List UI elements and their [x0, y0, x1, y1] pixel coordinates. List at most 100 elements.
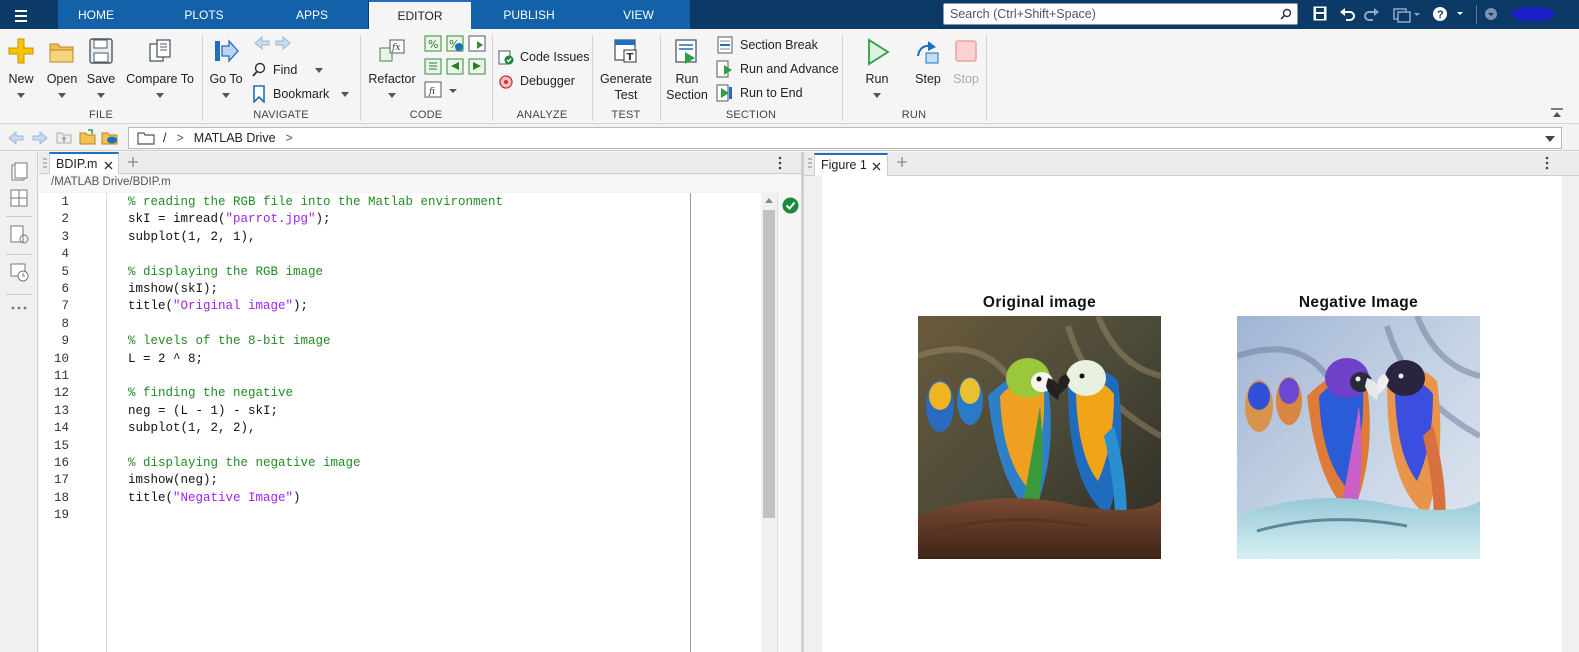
line-number: 6: [61, 282, 69, 296]
code-token: );: [293, 299, 309, 314]
more-options-icon[interactable]: [10, 304, 28, 312]
files-panel-icon[interactable]: [9, 162, 29, 182]
refactor-button[interactable]: fx Refactor: [366, 35, 418, 105]
open-label: Open: [46, 72, 78, 86]
code-line[interactable]: subplot(1, 2, 2),: [128, 421, 256, 435]
code-line[interactable]: title("Negative Image"): [128, 491, 301, 505]
redo-icon[interactable]: [1361, 4, 1383, 24]
scrollbar-thumb[interactable]: [763, 210, 775, 518]
command-history-icon[interactable]: [9, 262, 31, 284]
run-section-button[interactable]: Run Section: [664, 35, 710, 105]
close-figure-icon[interactable]: [872, 162, 881, 171]
path-separator[interactable]: >: [286, 131, 293, 145]
code-line[interactable]: skI = imread("parrot.jpg");: [128, 212, 331, 226]
search-input[interactable]: Search (Ctrl+Shift+Space): [943, 3, 1298, 25]
figure-canvas[interactable]: Original image Negative Image: [822, 176, 1562, 652]
run-button[interactable]: Run: [856, 35, 898, 105]
open-button[interactable]: Open: [42, 35, 82, 105]
tab-plots[interactable]: PLOTS: [134, 0, 274, 29]
line-number: 10: [53, 351, 69, 366]
path-history-dropdown-icon[interactable]: [1545, 136, 1555, 142]
test-label: Test: [614, 88, 638, 102]
bookmark-button[interactable]: Bookmark: [251, 84, 350, 104]
folder-back-forward-icon[interactable]: [6, 130, 50, 146]
undo-icon[interactable]: [1336, 4, 1358, 24]
refactor-fx-icon: fx: [379, 39, 405, 62]
go-to-button[interactable]: Go To: [206, 35, 246, 105]
back-forward-nav-icon[interactable]: [252, 35, 294, 51]
stop-button[interactable]: Stop: [948, 35, 984, 105]
code-line[interactable]: % reading the RGB file into the Matlab e…: [128, 195, 503, 209]
code-token: title(: [128, 299, 174, 314]
new-tab-plus-icon[interactable]: [127, 156, 139, 168]
tab-view[interactable]: VIEW: [587, 0, 690, 29]
cloud-folder-icon[interactable]: [101, 128, 119, 146]
tab-home[interactable]: HOME: [58, 0, 134, 29]
window-layout-icon[interactable]: [1389, 4, 1423, 24]
editor-panel-icon[interactable]: [9, 224, 31, 246]
save-button[interactable]: Save: [84, 35, 118, 105]
scroll-up-icon[interactable]: [765, 198, 773, 203]
code-line[interactable]: imshow(neg);: [128, 473, 218, 487]
code-line[interactable]: title("Original image");: [128, 299, 308, 313]
find-label: Find: [273, 63, 298, 77]
line-number: 19: [53, 508, 69, 523]
code-line[interactable]: % levels of the 8-bit image: [128, 334, 331, 348]
code-line[interactable]: % displaying the RGB image: [128, 265, 323, 279]
negative-parrot-image: [1237, 316, 1480, 559]
path-separator[interactable]: >: [176, 131, 183, 145]
code-editor[interactable]: 1 2 3 4 5 6 7 8 9 10 11 12 13 14 15 16 17 18 19 % reading …: [39, 193, 761, 652]
step-button[interactable]: Step: [908, 35, 948, 105]
debugger-button[interactable]: Debugger: [498, 71, 575, 91]
figure-tab-strip: Figure 1: [804, 152, 1579, 176]
original-image-title: Original image: [982, 294, 1097, 311]
code-line[interactable]: L = 2 ^ 8;: [128, 352, 203, 366]
code-line[interactable]: % displaying the negative image: [128, 456, 361, 470]
close-tab-icon[interactable]: [104, 161, 113, 170]
editor-vertical-scrollbar[interactable]: [761, 193, 777, 652]
hamburger-menu-icon[interactable]: [8, 5, 34, 25]
new-figure-plus-icon[interactable]: [896, 156, 908, 168]
code-line[interactable]: imshow(skI);: [128, 282, 218, 296]
code-line[interactable]: neg = (L - 1) - skI;: [128, 404, 278, 418]
editor-options-icon[interactable]: [777, 156, 783, 170]
browse-folder-icon[interactable]: [79, 128, 97, 146]
tab-editor[interactable]: EDITOR: [369, 0, 471, 29]
find-button[interactable]: Find: [251, 60, 324, 80]
svg-text:T: T: [627, 52, 634, 63]
code-issues-button[interactable]: Code Issues: [498, 47, 589, 67]
folder-path-field[interactable]: / > MATLAB Drive >: [128, 127, 1562, 149]
up-folder-icon[interactable]: [56, 129, 72, 145]
tab-publish[interactable]: PUBLISH: [471, 0, 587, 29]
help-icon[interactable]: ?: [1429, 4, 1469, 24]
collapse-ribbon-icon[interactable]: [1550, 107, 1564, 119]
compare-to-button[interactable]: Compare To: [122, 35, 198, 105]
section-break-button[interactable]: Section Break: [716, 35, 818, 55]
figure-options-icon[interactable]: [1544, 156, 1550, 170]
compare-to-label: Compare To: [126, 72, 194, 86]
code-token: ): [293, 490, 301, 505]
editor-tab-bdip[interactable]: BDIP.m: [49, 152, 119, 175]
code-line[interactable]: % finding the negative: [128, 386, 293, 400]
run-and-advance-button[interactable]: Run and Advance: [716, 59, 839, 79]
line-number: 15: [53, 438, 69, 453]
panel-grip-icon[interactable]: [42, 157, 48, 169]
figure-tab-1[interactable]: Figure 1: [814, 153, 888, 176]
run-to-end-button[interactable]: Run to End: [716, 83, 803, 103]
code-tools-icon-grid[interactable]: % % fi: [423, 35, 489, 105]
code-token: );: [315, 212, 331, 227]
new-button[interactable]: New: [4, 35, 38, 105]
workspace-panel-icon[interactable]: [9, 188, 29, 208]
tab-apps[interactable]: APPS: [274, 0, 350, 29]
rail-divider: [6, 294, 32, 295]
code-line[interactable]: subplot(1, 2, 1),: [128, 230, 256, 244]
panel-grip-icon[interactable]: [807, 157, 813, 169]
string-literal: "parrot.jpg": [225, 212, 316, 227]
path-root[interactable]: /: [163, 131, 166, 145]
no-issues-check-icon[interactable]: [782, 197, 799, 214]
generate-test-button[interactable]: T Generate Test: [596, 35, 656, 105]
refactor-label: Refactor: [368, 72, 416, 86]
path-matlab-drive[interactable]: MATLAB Drive: [194, 131, 276, 145]
user-account-icon[interactable]: [1483, 4, 1573, 24]
save-icon[interactable]: [1309, 4, 1331, 24]
